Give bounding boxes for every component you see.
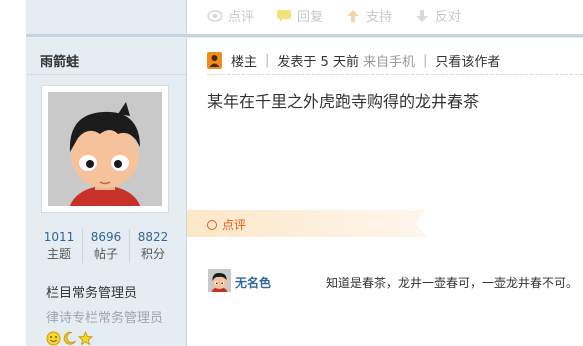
support-action[interactable]: 支持 [345, 6, 392, 25]
stat-posts-label: 帖子 [93, 247, 118, 261]
post-source[interactable]: 来自手机 [363, 51, 415, 70]
comment-text: 知道是春茶，龙井一壶春可，一壶龙井春不可。 [326, 276, 579, 290]
user-role[interactable]: 栏目常务管理员 [46, 282, 137, 301]
stat-posts-value: 8696 [90, 230, 122, 244]
stat-credits-label: 积分 [140, 247, 165, 261]
stat-threads-value: 1011 [43, 230, 75, 244]
support-action-label: 支持 [366, 10, 393, 25]
stat-credits-value: 8822 [137, 230, 169, 244]
stat-posts[interactable]: 8696 帖子 [82, 229, 129, 263]
oppose-action[interactable]: 反对 [414, 6, 461, 25]
post-content: 某年在千里之外虎跑寺购得的龙井春茶 [207, 92, 480, 111]
comment-action-label: 点评 [228, 10, 255, 25]
only-author-link[interactable]: 只看该作者 [435, 51, 500, 70]
meta-separator: | [265, 53, 270, 68]
stat-credits[interactable]: 8822 积分 [129, 229, 176, 263]
arrow-up-icon [347, 9, 360, 22]
post-time: 发表于 5 天前 [277, 55, 359, 70]
post-separator-line [186, 37, 583, 38]
reply-action-label: 回复 [297, 10, 324, 25]
commenter-name[interactable]: 无名色 [235, 274, 271, 291]
circle-icon [207, 219, 217, 230]
sidebar-separator [26, 74, 186, 75]
comment-action[interactable]: 点评 [207, 6, 254, 25]
author-stats: 1011 主题 8696 帖子 8822 积分 [36, 229, 176, 263]
user-badge-icon [207, 52, 222, 69]
meta-divider [207, 74, 583, 75]
stat-threads-label: 主题 [46, 247, 71, 261]
smiley-medal-icon[interactable] [46, 331, 61, 346]
arrow-down-icon [416, 9, 429, 22]
column-divider [186, 0, 187, 346]
speech-bubble-icon [277, 9, 292, 22]
star-medal-icon[interactable] [78, 331, 93, 346]
user-subrole: 律诗专栏常务管理员 [46, 311, 164, 326]
avatar-image [48, 92, 162, 206]
author-name[interactable]: 雨箭蛙 [40, 51, 79, 70]
reply-action[interactable]: 回复 [276, 6, 323, 25]
commenter-avatar[interactable] [208, 269, 231, 292]
cartoon-face-icon [48, 92, 162, 206]
medal-list [46, 331, 93, 346]
stat-threads[interactable]: 1011 主题 [36, 229, 82, 263]
comment-section-label: 点评 [207, 216, 246, 233]
eye-icon [207, 9, 223, 22]
post-action-bar: 点评 回复 支持 反对 [207, 6, 483, 25]
left-margin [0, 0, 26, 346]
author-avatar[interactable] [41, 85, 169, 213]
owner-label: 楼主 [231, 55, 258, 70]
comment-section-text: 点评 [222, 218, 247, 232]
oppose-action-label: 反对 [435, 10, 462, 25]
meta-separator: | [422, 53, 428, 68]
post-meta: 楼主 | 发表于 5 天前 来自手机 | 只看该作者 [207, 51, 500, 70]
moon-medal-icon[interactable] [62, 331, 77, 346]
cartoon-face-icon [208, 269, 231, 292]
